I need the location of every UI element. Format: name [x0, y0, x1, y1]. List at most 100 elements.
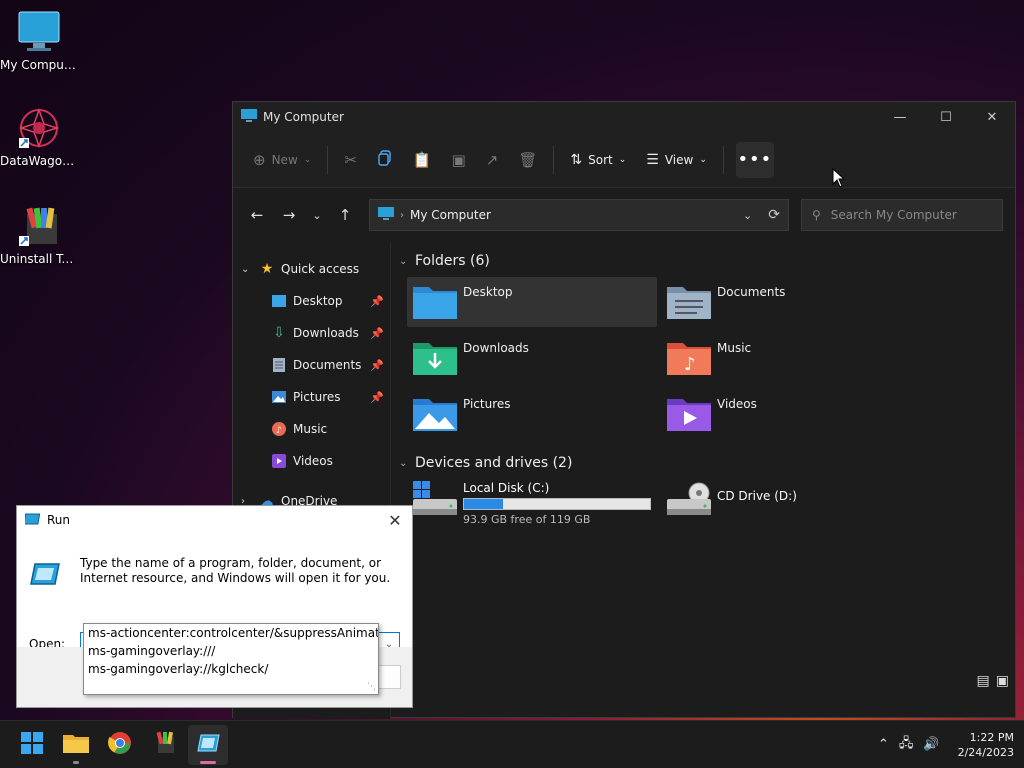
- taskbar-file-explorer[interactable]: [56, 725, 96, 765]
- sidebar-item-documents[interactable]: Documents 📌: [233, 349, 390, 381]
- run-icon: [23, 512, 41, 529]
- run-title: Run: [47, 513, 71, 527]
- maximize-button[interactable]: ☐: [923, 102, 969, 132]
- minimize-button[interactable]: —: [877, 102, 923, 132]
- folder-desktop[interactable]: Desktop: [407, 277, 657, 327]
- back-button[interactable]: ←: [241, 199, 273, 231]
- sidebar-item-downloads[interactable]: ⇩ Downloads 📌: [233, 317, 390, 349]
- sidebar-item-pictures[interactable]: Pictures 📌: [233, 381, 390, 413]
- taskbar-chrome[interactable]: [100, 725, 140, 765]
- window-title: My Computer: [263, 110, 344, 124]
- drive-usage-bar: [463, 498, 651, 510]
- run-program-icon: [29, 562, 61, 589]
- paste-button[interactable]: 📋: [403, 142, 442, 178]
- view-button[interactable]: ☰ View ⌄: [636, 142, 717, 178]
- sidebar-item-desktop[interactable]: Desktop 📌: [233, 285, 390, 317]
- volume-icon[interactable]: 🔊: [923, 737, 939, 752]
- chevron-up-icon[interactable]: ⌃: [878, 737, 889, 752]
- breadcrumb-separator-icon: ›: [400, 209, 404, 221]
- folder-pictures[interactable]: Pictures: [407, 389, 657, 439]
- pin-icon: 📌: [370, 326, 384, 340]
- breadcrumb[interactable]: My Computer: [410, 208, 491, 222]
- see-more-button[interactable]: •••: [735, 141, 774, 178]
- music-folder-icon: ♪: [667, 339, 711, 375]
- cut-button[interactable]: ✂: [334, 142, 367, 178]
- delete-button[interactable]: 🗑: [508, 142, 547, 178]
- refresh-icon[interactable]: ⟳: [768, 207, 780, 223]
- folders-section-header[interactable]: ⌄ Folders (6): [399, 247, 1015, 275]
- sidebar-item-label: Desktop: [293, 294, 343, 308]
- close-button[interactable]: ✕: [378, 511, 412, 530]
- folder-icon: [63, 733, 89, 756]
- details-view-icon[interactable]: ▤: [977, 673, 990, 689]
- chevron-down-icon: ⌄: [312, 208, 322, 222]
- start-button[interactable]: [12, 725, 52, 765]
- videos-folder-icon: [667, 395, 711, 431]
- sidebar-item-music[interactable]: ♪ Music: [233, 413, 390, 445]
- close-button[interactable]: ✕: [969, 102, 1015, 132]
- copy-button[interactable]: [367, 142, 403, 178]
- folder-music[interactable]: ♪ Music: [661, 333, 911, 383]
- share-button[interactable]: ↗: [476, 142, 509, 178]
- clock[interactable]: 1:22 PM 2/24/2023: [958, 730, 1014, 760]
- drive-c[interactable]: Local Disk (C:) 93.9 GB free of 119 GB: [407, 477, 657, 527]
- pictures-folder-icon: [413, 395, 457, 431]
- folder-name: Desktop: [463, 285, 513, 299]
- run-title-bar[interactable]: Run ✕: [17, 506, 412, 534]
- search-input[interactable]: [830, 208, 981, 222]
- chevron-down-icon[interactable]: ⌄: [743, 209, 752, 222]
- sidebar-item-quick-access[interactable]: ⌄ ★ Quick access: [233, 253, 390, 285]
- drives-section-header[interactable]: ⌄ Devices and drives (2): [399, 449, 1015, 477]
- resize-grip-icon[interactable]: ⋱: [367, 683, 376, 692]
- new-button[interactable]: ⊕ New ⌄: [243, 142, 321, 178]
- forward-button[interactable]: →: [273, 199, 305, 231]
- star-icon: ★: [260, 261, 274, 277]
- desktop-icon-my-computer[interactable]: My Computer: [0, 10, 78, 72]
- chevron-down-icon: ⌄: [399, 457, 408, 469]
- autocomplete-item[interactable]: ms-actioncenter:controlcenter/&suppressA…: [84, 624, 378, 642]
- svg-text:♪: ♪: [684, 354, 696, 375]
- network-icon[interactable]: 🖧: [899, 734, 914, 756]
- folder-documents[interactable]: Documents: [661, 277, 911, 327]
- share-icon: ↗: [485, 150, 499, 169]
- drive-free-space: 93.9 GB free of 119 GB: [463, 513, 591, 526]
- autocomplete-item[interactable]: ms-gamingoverlay:///: [84, 642, 378, 660]
- new-label: New: [271, 152, 298, 167]
- trash-icon: 🗑: [518, 150, 538, 169]
- up-button[interactable]: ↑: [329, 199, 361, 231]
- folder-videos[interactable]: Videos: [661, 389, 911, 439]
- address-bar[interactable]: › My Computer ⌄ ⟳: [369, 199, 789, 231]
- documents-folder-icon: [667, 283, 711, 319]
- desktop-icon-datawagon[interactable]: DataWagon...: [0, 106, 78, 168]
- download-icon: ⇩: [273, 325, 285, 341]
- taskbar-uninstall-tool[interactable]: [144, 725, 184, 765]
- desktop-icon-uninstall-tool[interactable]: Uninstall Tool: [0, 204, 78, 266]
- hard-drive-icon: [413, 481, 457, 517]
- drive-d[interactable]: CD Drive (D:): [661, 477, 911, 527]
- chevron-down-icon[interactable]: ⌄: [241, 264, 255, 275]
- search-box[interactable]: ⚲: [801, 199, 1003, 231]
- document-icon: [271, 357, 287, 373]
- folder-name: Music: [717, 341, 752, 355]
- taskbar: ⌃ 🖧 🔊 1:22 PM 2/24/2023: [0, 720, 1024, 768]
- desktop-icon-label: Uninstall Tool: [0, 252, 78, 266]
- rename-button[interactable]: ▣: [442, 142, 476, 178]
- sort-button[interactable]: ⇅ Sort ⌄: [560, 142, 636, 178]
- recent-locations-button[interactable]: ⌄: [305, 199, 329, 231]
- music-icon: ♪: [271, 421, 287, 437]
- sidebar-item-videos[interactable]: Videos: [233, 445, 390, 477]
- search-icon: ⚲: [812, 208, 821, 222]
- title-bar[interactable]: My Computer — ☐ ✕: [233, 102, 1015, 132]
- plus-circle-icon: ⊕: [253, 150, 266, 169]
- datawagon-logo-icon: [17, 106, 61, 150]
- run-description: Type the name of a program, folder, docu…: [80, 556, 391, 585]
- large-icons-view-icon[interactable]: ▣: [996, 673, 1009, 689]
- taskbar-run[interactable]: [188, 724, 228, 765]
- svg-text:♪: ♪: [276, 426, 282, 436]
- desktop-folder-icon: [413, 283, 457, 319]
- autocomplete-item[interactable]: ms-gamingoverlay://kglcheck/: [84, 660, 378, 678]
- drive-usage-fill: [464, 499, 504, 509]
- view-list-icon: ☰: [646, 151, 659, 168]
- pictures-icon: [271, 389, 287, 405]
- folder-downloads[interactable]: Downloads: [407, 333, 657, 383]
